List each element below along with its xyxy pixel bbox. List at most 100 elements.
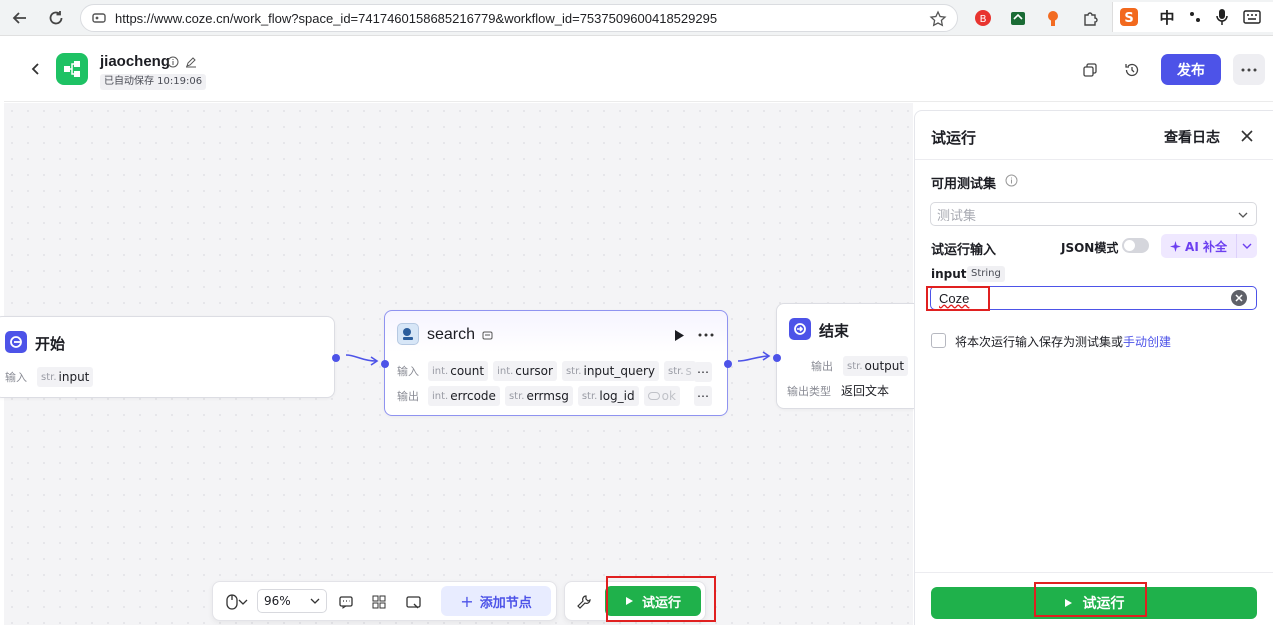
param-type-badge: String: [967, 266, 1005, 282]
browser-toolbar: https://www.coze.cn/work_flow?space_id=7…: [0, 0, 1273, 36]
select-chevron-icon: [1238, 212, 1248, 218]
search-input-label: 输入: [397, 365, 419, 378]
url-text[interactable]: https://www.coze.cn/work_flow?space_id=7…: [115, 11, 717, 26]
end-output-type-value: 返回文本: [841, 384, 890, 398]
mouse-mode-dropdown-icon[interactable]: [237, 593, 249, 611]
search-param-tag: int. cursor: [493, 361, 557, 381]
publish-button[interactable]: 发布: [1161, 54, 1221, 85]
run-node-icon[interactable]: [673, 329, 685, 342]
canvas-toolbar: 96% + 添加节点: [212, 581, 557, 621]
back-chevron-icon[interactable]: [28, 61, 44, 77]
end-output-type-label: 输出类型: [787, 384, 831, 398]
search-output-tag: str. errmsg: [504, 386, 573, 406]
panel-footer-divider: [915, 572, 1273, 573]
close-icon[interactable]: [1240, 129, 1254, 143]
start-node-icon: [5, 331, 27, 353]
site-info-icon[interactable]: [91, 10, 107, 26]
start-input-label: 输入: [5, 371, 27, 384]
expand-inputs-icon[interactable]: ⋯: [694, 362, 712, 382]
test-run-panel: 试运行 查看日志 可用测试集 测试集 试运行输入 JSON模式 AI 补全 in…: [914, 110, 1273, 625]
search-output-label: 输出: [397, 390, 419, 403]
search-output-tag: ok: [643, 386, 680, 406]
ai-fill-label: AI 补全: [1185, 239, 1227, 254]
microphone-icon[interactable]: [1212, 7, 1232, 27]
layout-grid-icon[interactable]: [370, 593, 388, 611]
clear-input-icon[interactable]: [1231, 290, 1247, 306]
edit-icon[interactable]: [185, 56, 197, 68]
ime-punctuation-icon[interactable]: [1185, 7, 1205, 27]
extension-orange-icon[interactable]: [1043, 8, 1063, 28]
end-node-title: 结束: [819, 322, 850, 340]
panel-divider: [915, 159, 1273, 160]
end-output-label: 输出: [811, 360, 833, 373]
ai-fill-button-group: AI 补全: [1161, 234, 1257, 258]
zoom-chevron-icon: [310, 598, 320, 604]
testset-select[interactable]: 测试集: [930, 202, 1257, 226]
plugin-badge-icon: [482, 331, 493, 340]
end-node[interactable]: 结束 输出 str. output 输出类型 返回文本: [776, 303, 936, 409]
manual-create-link[interactable]: 手动创建: [1123, 335, 1171, 349]
svg-text:B: B: [980, 14, 987, 25]
search-param-tag: int. count: [428, 361, 489, 381]
expand-outputs-icon[interactable]: ⋯: [694, 386, 712, 406]
edge-search-end: [737, 351, 771, 362]
plus-icon: +: [460, 591, 474, 611]
workflow-canvas[interactable]: 开始 输入 str. input search 输入 int. count int.…: [0, 103, 936, 625]
zoom-value: 96%: [264, 594, 291, 608]
search-output-port[interactable]: [724, 360, 732, 368]
end-output-tag: str. output: [843, 356, 909, 376]
workflow-header: jiaocheng 已自动保存 10:19:06 发布: [4, 36, 1273, 102]
search-input-port[interactable]: [381, 360, 389, 368]
sogou-ime-icon[interactable]: S: [1119, 7, 1139, 27]
sparkle-icon: [1170, 240, 1182, 252]
testset-label: 可用测试集: [931, 177, 997, 192]
run-input-label: 试运行输入: [931, 243, 997, 258]
json-mode-label: JSON模式: [1061, 241, 1119, 255]
info-icon[interactable]: [167, 56, 179, 68]
reload-icon[interactable]: [46, 8, 66, 28]
workflow-logo-icon: [56, 53, 88, 85]
start-param-tag: str. input: [37, 367, 94, 387]
search-output-tag: str. log_id: [577, 386, 639, 406]
ai-fill-button[interactable]: AI 补全: [1161, 234, 1237, 258]
back-arrow-icon[interactable]: [10, 8, 30, 28]
node-more-icon[interactable]: [698, 333, 714, 337]
highlight-box: [926, 286, 990, 311]
highlight-box: [1034, 582, 1147, 617]
search-node[interactable]: search 输入 int. count int. cursor str. input…: [384, 310, 728, 416]
history-icon[interactable]: [1124, 62, 1140, 78]
ai-fill-dropdown-icon[interactable]: [1237, 243, 1257, 249]
view-logs-link[interactable]: 查看日志: [1164, 127, 1220, 147]
save-testset-checkbox[interactable]: [931, 333, 946, 348]
testset-placeholder: 测试集: [937, 208, 977, 224]
testset-info-icon[interactable]: [1005, 174, 1018, 187]
search-node-title: search: [427, 326, 476, 343]
ime-mode-label[interactable]: 中: [1157, 7, 1177, 27]
add-node-button[interactable]: + 添加节点: [441, 586, 551, 616]
start-node-title: 开始: [35, 335, 66, 353]
comment-icon[interactable]: [337, 593, 355, 611]
minimap-icon[interactable]: [404, 593, 422, 611]
end-node-icon: [789, 318, 811, 340]
zoom-select[interactable]: 96%: [257, 589, 327, 613]
add-node-label: 添加节点: [479, 595, 532, 611]
search-output-tag: int. errcode: [428, 386, 500, 406]
wrench-icon[interactable]: [575, 593, 593, 611]
edge-start-search: [345, 354, 379, 366]
panel-title: 试运行: [931, 129, 977, 147]
extensions-puzzle-icon[interactable]: [1080, 8, 1100, 28]
start-output-port[interactable]: [332, 354, 340, 362]
keyboard-icon[interactable]: [1242, 7, 1262, 27]
bookmark-star-icon[interactable]: [929, 10, 947, 28]
extension-red-icon[interactable]: B: [973, 8, 993, 28]
address-bar[interactable]: https://www.coze.cn/work_flow?space_id=7…: [80, 4, 958, 32]
svg-text:S: S: [1124, 11, 1133, 26]
extension-green-icon[interactable]: [1008, 8, 1028, 28]
json-mode-toggle[interactable]: [1122, 238, 1149, 253]
start-node[interactable]: 开始 输入 str. input: [0, 316, 335, 398]
end-input-port[interactable]: [773, 354, 781, 362]
copy-icon[interactable]: [1082, 62, 1098, 78]
more-options-icon[interactable]: [1233, 54, 1265, 85]
save-testset-text: 将本次运行输入保存为测试集或手动创建: [955, 335, 1172, 349]
highlight-box: [606, 576, 716, 622]
